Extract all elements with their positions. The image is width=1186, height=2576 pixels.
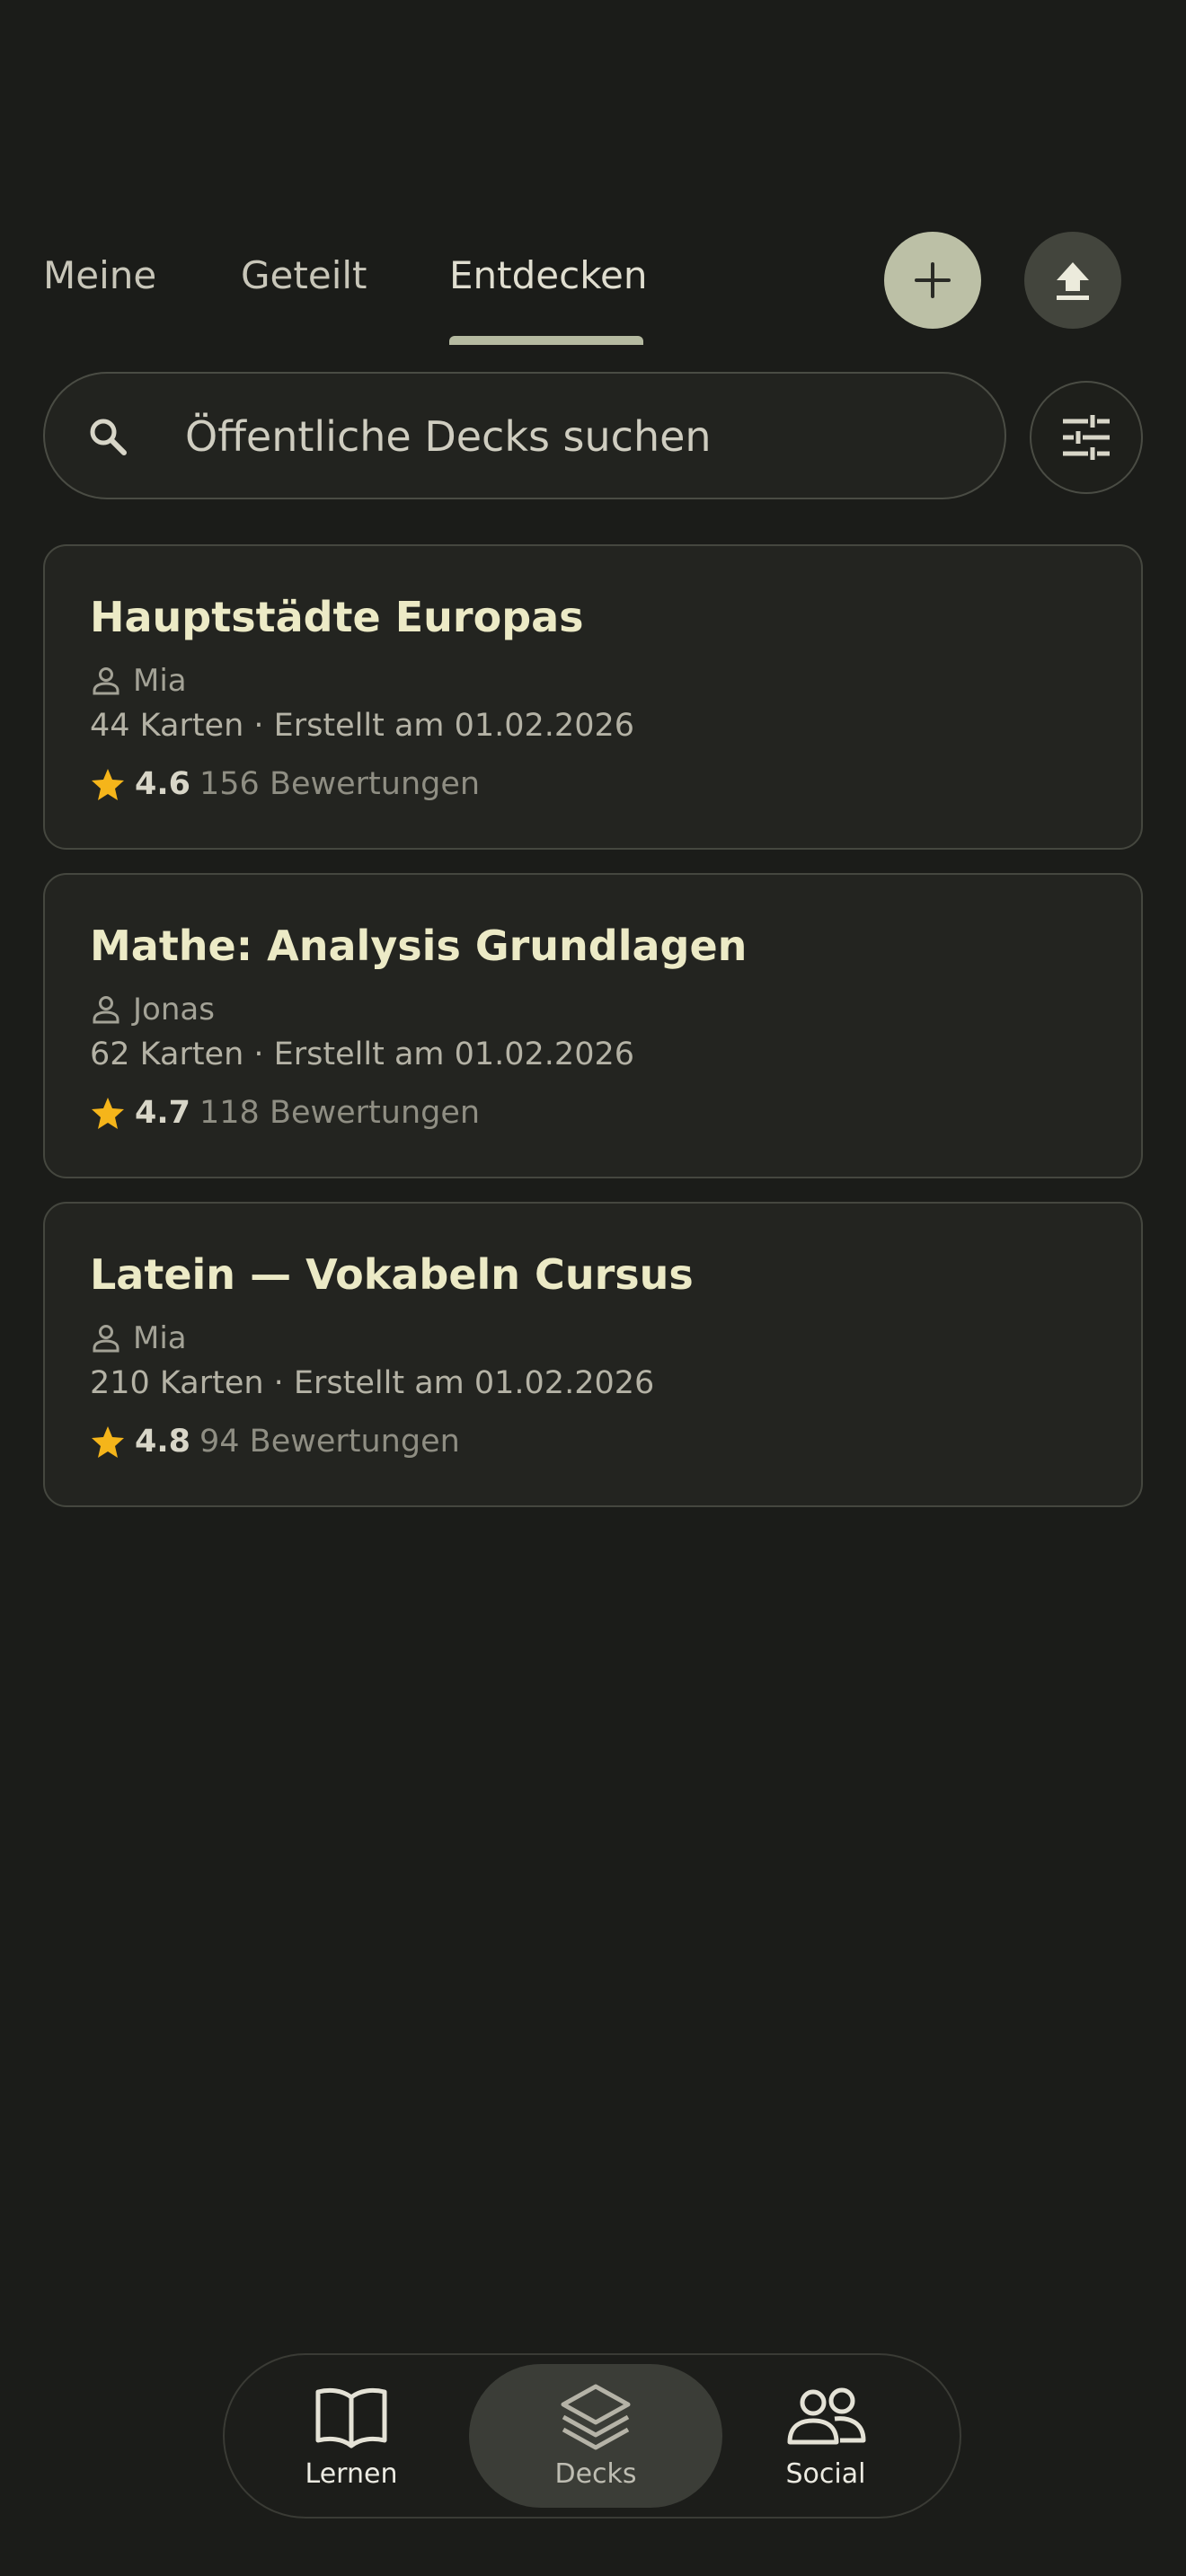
tab-entdecken[interactable]: Entdecken — [449, 253, 648, 297]
deck-rating: 4.8 94 Bewertungen — [90, 1421, 460, 1462]
deck-author: Mia — [90, 1319, 187, 1358]
star-icon — [92, 1426, 124, 1458]
star-icon — [92, 1098, 124, 1129]
deck-rating: 4.6 156 Bewertungen — [90, 763, 480, 805]
deck-title: Mathe: Analysis Grundlagen — [90, 922, 748, 970]
upload-icon — [1057, 262, 1089, 300]
filter-button[interactable] — [1030, 381, 1143, 494]
tune-sliders-icon — [1063, 415, 1110, 460]
deck-meta: 62 Karten · Erstellt am 01.02.2026 — [90, 1037, 635, 1072]
deck-title: Hauptstädte Europas — [90, 593, 584, 641]
rating-value: 4.7 — [135, 1095, 191, 1131]
deck-meta: 210 Karten · Erstellt am 01.02.2026 — [90, 1365, 655, 1401]
rating-count: 94 Bewertungen — [199, 1424, 460, 1460]
plus-icon — [915, 262, 951, 298]
active-tab-indicator — [449, 336, 643, 345]
deck-title: Latein — Vokabeln Cursus — [90, 1250, 694, 1299]
star-icon — [92, 769, 124, 800]
layers-icon — [561, 2384, 631, 2449]
nav-label: Decks — [554, 2457, 637, 2490]
deck-card[interactable]: Mathe: Analysis Grundlagen Jonas 62 Kart… — [43, 873, 1143, 1178]
upload-deck-button[interactable] — [1024, 232, 1121, 329]
tab-geteilt[interactable]: Geteilt — [241, 253, 367, 297]
book-icon — [315, 2387, 387, 2448]
tab-meine[interactable]: Meine — [43, 253, 156, 297]
search-icon — [90, 419, 127, 455]
rating-count: 156 Bewertungen — [199, 766, 481, 802]
nav-item-decks[interactable]: Decks — [469, 2364, 722, 2508]
person-icon — [93, 667, 119, 695]
deck-rating: 4.7 118 Bewertungen — [90, 1092, 480, 1134]
bottom-navigation: Lernen Decks Social — [223, 2353, 961, 2519]
add-deck-button[interactable] — [884, 232, 981, 329]
nav-label: Lernen — [305, 2457, 398, 2490]
nav-label: Social — [785, 2457, 866, 2490]
deck-card[interactable]: Hauptstädte Europas Mia 44 Karten · Erst… — [43, 544, 1143, 850]
search-bar[interactable] — [43, 372, 1006, 499]
author-name: Mia — [133, 663, 187, 699]
deck-author: Jonas — [90, 990, 215, 1029]
rating-value: 4.6 — [135, 766, 191, 802]
people-icon — [787, 2387, 866, 2444]
rating-count: 118 Bewertungen — [199, 1095, 481, 1131]
search-input[interactable] — [185, 401, 976, 472]
person-icon — [93, 996, 119, 1024]
deck-card[interactable]: Latein — Vokabeln Cursus Mia 210 Karten … — [43, 1202, 1143, 1507]
person-icon — [93, 1325, 119, 1353]
author-name: Mia — [133, 1320, 187, 1356]
discover-screen: Meine Geteilt Entdecken Öffentliche Deck… — [0, 0, 1186, 2576]
nav-item-lernen[interactable]: Lernen — [225, 2364, 478, 2508]
deck-author: Mia — [90, 661, 187, 701]
rating-value: 4.8 — [135, 1424, 191, 1460]
deck-meta: 44 Karten · Erstellt am 01.02.2026 — [90, 708, 635, 744]
nav-item-social[interactable]: Social — [699, 2364, 952, 2508]
author-name: Jonas — [133, 992, 215, 1028]
